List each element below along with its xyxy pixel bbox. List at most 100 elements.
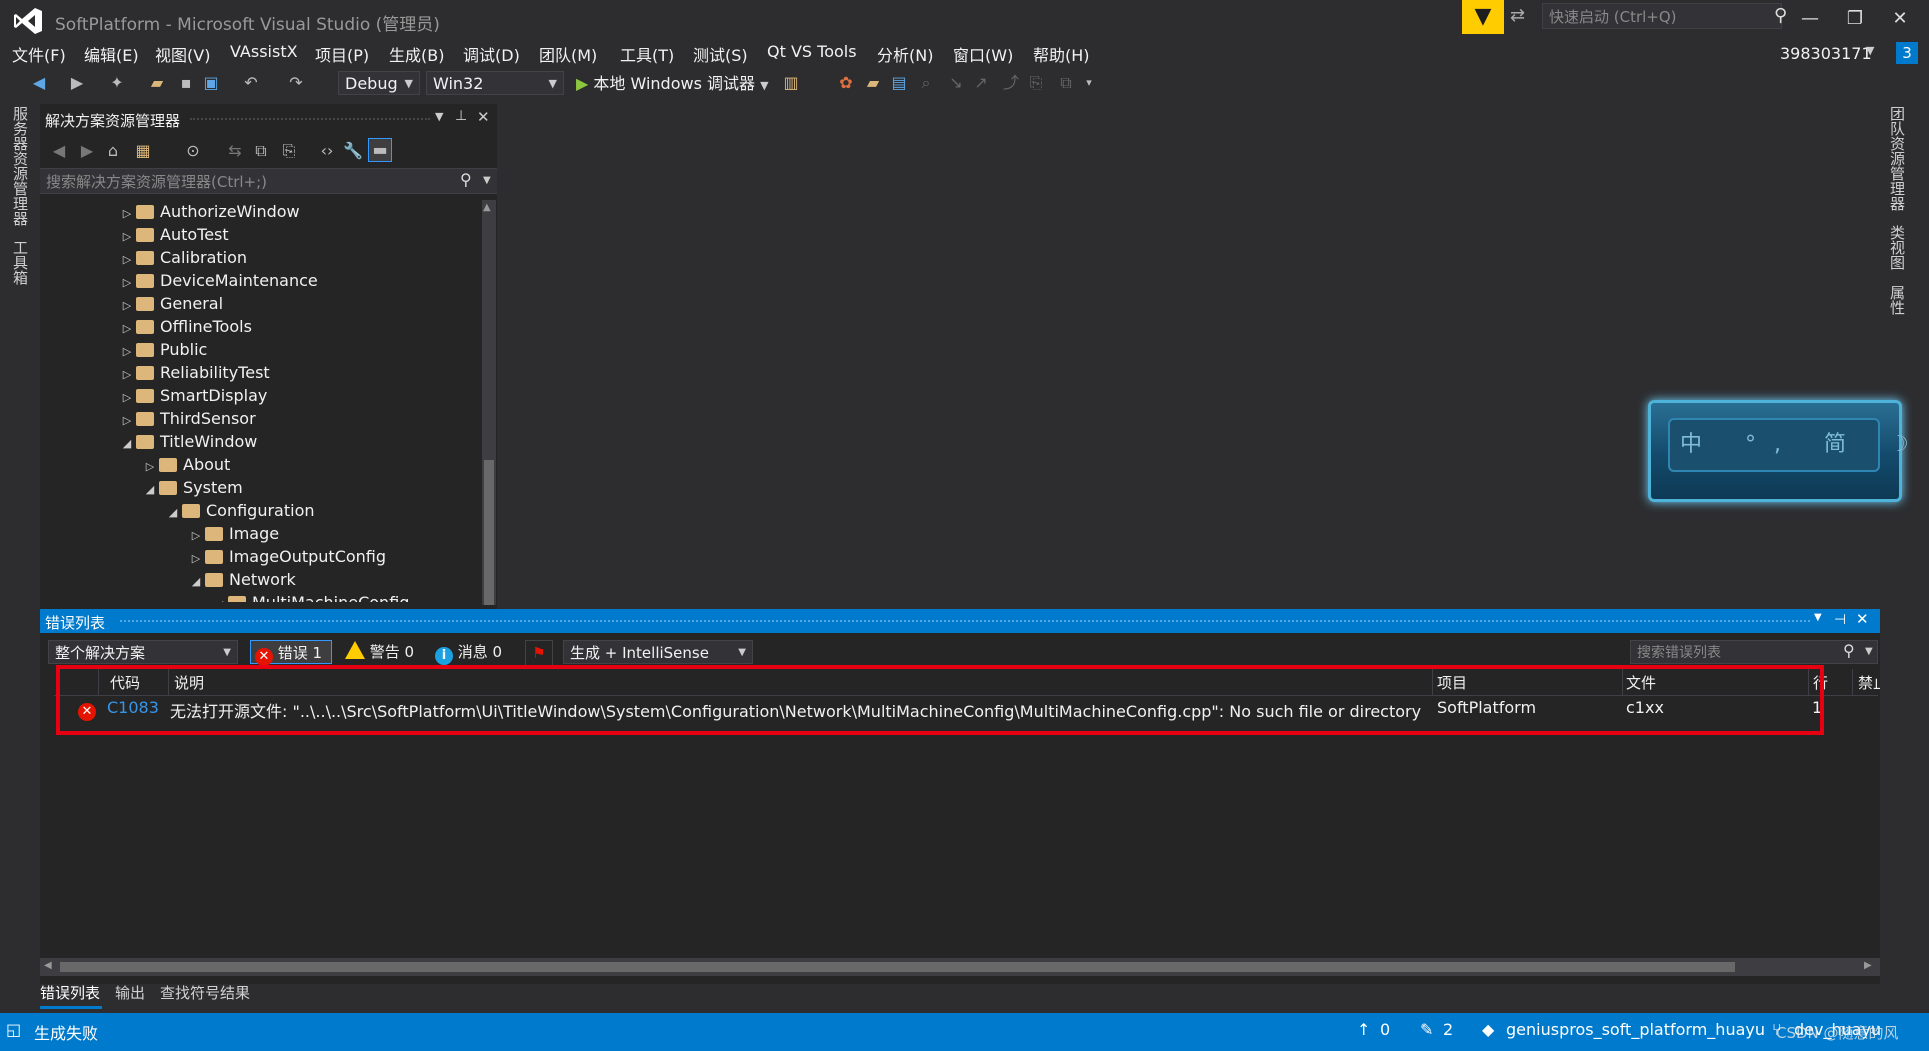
expanded-arrow-icon[interactable]: ◢ [210, 593, 228, 602]
tree-item[interactable]: ▷ ImageOutputConfig [187, 545, 386, 568]
platform-select[interactable]: Win32 ▼ [426, 71, 564, 95]
step-out-icon[interactable]: ⤴ [1000, 72, 1022, 94]
warnings-filter-toggle[interactable]: 警告 0 [345, 640, 414, 664]
tree-item[interactable]: ▷ About [141, 453, 231, 476]
pin-icon[interactable]: ⊥ [455, 108, 467, 124]
collapse-all-icon[interactable]: ⧉ [250, 140, 272, 162]
source-select[interactable]: 生成 + IntelliSense ▼ [563, 640, 753, 664]
collapsed-arrow-icon[interactable]: ▷ [187, 524, 205, 547]
tree-item[interactable]: ◢ TitleWindow [118, 430, 258, 455]
show-all-files-icon[interactable]: ⎘ [278, 140, 300, 162]
errors-filter-toggle[interactable]: ✕ 错误 1 [250, 640, 332, 666]
menu-view[interactable]: 视图(V) [155, 42, 210, 66]
search-icon[interactable]: ⚲ [460, 170, 472, 189]
menu-team[interactable]: 团队(M) [539, 42, 597, 66]
save-icon[interactable]: ▪ [175, 72, 197, 94]
quick-launch-input[interactable]: 快速启动 (Ctrl+Q) [1542, 3, 1782, 29]
tab-output[interactable]: 输出 [115, 982, 145, 1003]
tab-server-explorer[interactable]: 服务器资源管理器 [10, 106, 31, 226]
tree-item[interactable]: ◢ MultiMachineConfig [210, 591, 409, 602]
menu-analyze[interactable]: 分析(N) [877, 42, 933, 66]
expanded-arrow-icon[interactable]: ◢ [164, 501, 182, 524]
build-filter-icon[interactable]: ⚑ [525, 640, 553, 666]
expanded-arrow-icon[interactable]: ◢ [118, 432, 136, 455]
collapsed-arrow-icon[interactable]: ▷ [118, 340, 136, 363]
tree-item[interactable]: ◢ Configuration [164, 499, 315, 522]
window-layout-icon[interactable]: ⧉ [1055, 72, 1077, 94]
tree-item[interactable]: ▷ Public [118, 338, 208, 363]
tab-find-symbol-results[interactable]: 查找符号结果 [160, 982, 250, 1003]
collapsed-arrow-icon[interactable]: ▷ [118, 294, 136, 317]
step-icon[interactable]: ↘ [945, 72, 967, 94]
forward-icon[interactable]: ▶ [66, 72, 88, 94]
close-button[interactable]: ✕ [1880, 5, 1920, 33]
tree-item[interactable]: ▷ Calibration [118, 246, 247, 269]
menu-window[interactable]: 窗口(W) [953, 42, 1013, 66]
tree-item[interactable]: ▷ SmartDisplay [118, 384, 268, 409]
forward-icon[interactable]: ▶ [76, 140, 98, 162]
notification-badge[interactable]: 3 [1896, 42, 1918, 64]
redo-icon[interactable]: ↷ [285, 72, 307, 94]
open-file-icon[interactable]: ▰ [146, 72, 168, 94]
close-panel-icon[interactable]: ✕ [1856, 610, 1869, 628]
scroll-right-icon[interactable]: ▶ [1864, 960, 1872, 971]
menu-debug[interactable]: 调试(D) [463, 42, 520, 66]
menu-project[interactable]: 项目(P) [315, 42, 369, 66]
vassistx-icon[interactable]: ✿ [835, 72, 857, 94]
collapsed-arrow-icon[interactable]: ▷ [118, 386, 136, 409]
close-panel-icon[interactable]: ✕ [477, 108, 490, 126]
pending-changes-icon[interactable]: ⊙ [182, 140, 204, 162]
repository-name[interactable]: geniuspros_soft_platform_huayu [1506, 1020, 1765, 1039]
collapsed-arrow-icon[interactable]: ▷ [118, 363, 136, 386]
feedback-filter-icon[interactable]: ▼ [1462, 0, 1504, 34]
pending-changes-icon[interactable]: ✎ [1420, 1020, 1433, 1039]
back-icon[interactable]: ◀ [28, 72, 50, 94]
find-symbol-icon[interactable]: ▤ [888, 72, 910, 94]
push-icon[interactable]: ↑ [1357, 1020, 1370, 1039]
scope-select[interactable]: 整个解决方案 ▼ [48, 640, 238, 664]
solution-explorer-search-input[interactable]: 搜索解决方案资源管理器(Ctrl+;) [40, 168, 497, 194]
messages-filter-toggle[interactable]: i 消息 0 [435, 640, 502, 665]
search-icon[interactable]: ⚲ [1774, 5, 1787, 26]
tab-team-explorer[interactable]: 团队资源管理器 [1887, 106, 1908, 211]
switch-views-icon[interactable]: ▦ [132, 140, 154, 162]
toolbar-overflow-icon[interactable]: ▾ [1078, 72, 1100, 94]
collapsed-arrow-icon[interactable]: ▷ [118, 271, 136, 294]
menu-file[interactable]: 文件(F) [12, 42, 66, 66]
new-project-icon[interactable]: ✦ [106, 72, 128, 94]
search-options-icon[interactable]: ▼ [483, 175, 491, 186]
tab-error-list[interactable]: 错误列表 [40, 982, 100, 1003]
sync-icon[interactable]: ⇆ [224, 140, 246, 162]
collapsed-arrow-icon[interactable]: ▷ [118, 317, 136, 340]
collapsed-arrow-icon[interactable]: ▷ [187, 547, 205, 570]
ime-status-text[interactable]: 中 °, 简 ☽ [1680, 426, 1927, 458]
push-count[interactable]: 0 [1380, 1020, 1390, 1039]
open-folder-icon[interactable]: ▰ [862, 72, 884, 94]
tab-properties[interactable]: 属性 [1887, 285, 1908, 315]
start-debugging-button[interactable]: ▶ 本地 Windows 调试器 ▼ [576, 70, 769, 94]
minimize-button[interactable]: — [1790, 5, 1830, 33]
properties-wrench-icon[interactable]: 🔧 [342, 140, 364, 162]
breakpoint-icon[interactable]: ⎘ [1025, 72, 1047, 94]
pending-changes-count[interactable]: 2 [1443, 1020, 1453, 1039]
find-in-files-icon[interactable]: ▥ [780, 72, 802, 94]
scrollbar-thumb[interactable] [484, 460, 494, 605]
tree-item[interactable]: ◢ Network [187, 568, 296, 591]
account-dropdown-icon[interactable]: ▼ [1866, 44, 1874, 57]
tree-item[interactable]: ▷ ThirdSensor [118, 407, 256, 430]
tree-item[interactable]: ▷ DeviceMaintenance [118, 269, 318, 292]
column-suppression-state[interactable]: 禁止显示状态 [1858, 672, 1880, 693]
tree-item[interactable]: ▷ General [118, 292, 223, 315]
home-icon[interactable]: ⌂ [102, 140, 124, 162]
back-icon[interactable]: ◀ [48, 140, 70, 162]
tab-toolbox[interactable]: 工具箱 [10, 240, 31, 285]
search-options-icon[interactable]: ▼ [1865, 646, 1873, 657]
tree-item[interactable]: ◢ System [141, 476, 243, 499]
menu-build[interactable]: 生成(B) [389, 42, 444, 66]
account-name[interactable]: 398303171 [1780, 44, 1872, 63]
collapsed-arrow-icon[interactable]: ▷ [118, 225, 136, 248]
expanded-arrow-icon[interactable]: ◢ [187, 570, 205, 593]
menu-qt-vs-tools[interactable]: Qt VS Tools [767, 42, 857, 61]
menu-help[interactable]: 帮助(H) [1033, 42, 1090, 66]
collapsed-arrow-icon[interactable]: ▷ [118, 248, 136, 271]
